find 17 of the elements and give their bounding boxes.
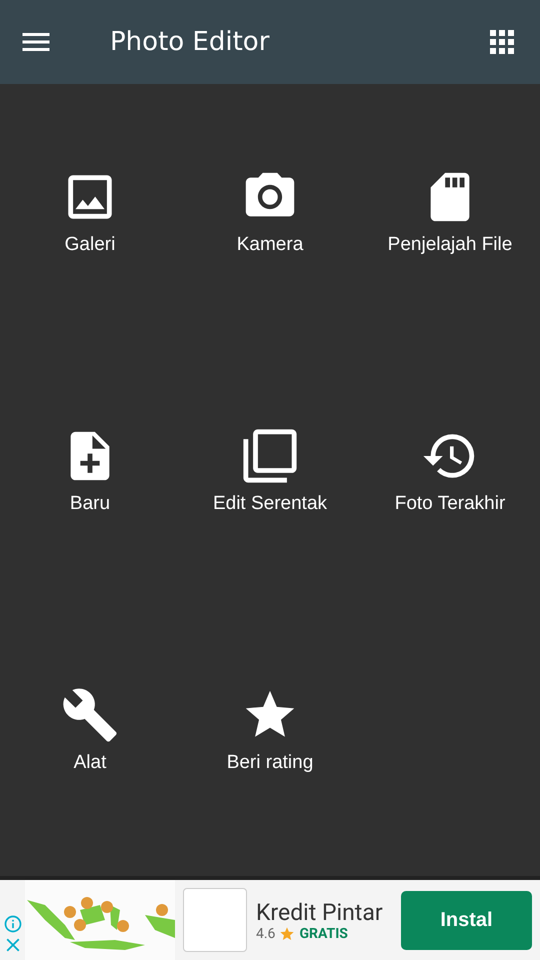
wrench-icon — [61, 686, 119, 744]
menu-tile[interactable]: Galeri — [0, 84, 180, 343]
menu-tile[interactable]: Kamera — [180, 84, 360, 343]
menu-tile[interactable]: Foto Terakhir — [360, 343, 540, 602]
rating-value: 4.6 — [256, 926, 276, 942]
menu-tile[interactable]: Penjelajah File — [360, 84, 540, 343]
app-title: Photo Editor — [110, 27, 270, 57]
menu-tile[interactable]: Edit Serentak — [180, 343, 360, 602]
menu-tile[interactable]: Alat — [0, 602, 180, 861]
install-button[interactable]: Instal — [401, 890, 532, 950]
stacked-squares-icon — [241, 427, 299, 485]
app-name: Kredit Pintar — [256, 898, 384, 926]
menu-tile[interactable]: Beri rating — [180, 602, 360, 861]
menu-tile[interactable]: Baru — [0, 343, 180, 602]
app-icon — [183, 888, 247, 952]
star-icon — [279, 926, 296, 942]
price-label: GRATIS — [299, 926, 348, 942]
